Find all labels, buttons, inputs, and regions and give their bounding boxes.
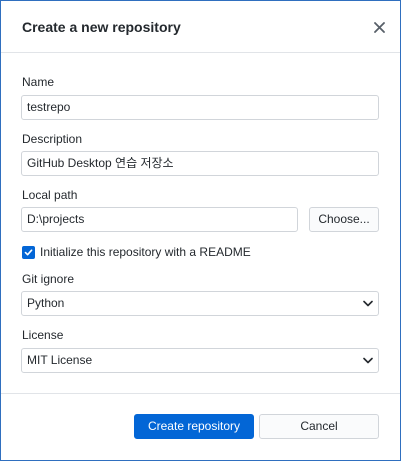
license-select[interactable]: MIT License — [21, 348, 379, 373]
gitignore-label: Git ignore — [22, 272, 75, 286]
dialog-footer: Create repository Cancel — [1, 393, 400, 460]
gitignore-select[interactable]: Python — [21, 291, 379, 316]
gitignore-selected-value: Python — [27, 296, 65, 310]
license-label: License — [22, 328, 64, 342]
description-label: Description — [22, 132, 83, 146]
checkmark-icon — [24, 248, 33, 255]
name-label: Name — [22, 75, 55, 89]
create-repository-button[interactable]: Create repository — [134, 414, 254, 439]
local-path-input[interactable]: D:\projects — [21, 207, 298, 232]
close-icon[interactable] — [369, 17, 389, 37]
dialog-title: Create a new repository — [22, 19, 181, 35]
choose-button[interactable]: Choose... — [309, 207, 379, 232]
readme-checkbox[interactable] — [22, 245, 35, 259]
chevron-down-icon — [363, 300, 373, 307]
local-path-label: Local path — [22, 188, 78, 202]
readme-checkbox-label: Initialize this repository with a README — [40, 245, 251, 259]
create-repository-dialog: Create a new repository Name testrepo De… — [0, 0, 401, 461]
name-input[interactable]: testrepo — [21, 95, 379, 120]
chevron-down-icon — [363, 357, 373, 364]
cancel-button[interactable]: Cancel — [259, 414, 379, 439]
readme-checkbox-row[interactable]: Initialize this repository with a README — [22, 244, 251, 260]
description-input[interactable]: GitHub Desktop 연습 저장소 — [21, 151, 379, 176]
dialog-header: Create a new repository — [1, 1, 400, 53]
license-selected-value: MIT License — [27, 353, 93, 367]
